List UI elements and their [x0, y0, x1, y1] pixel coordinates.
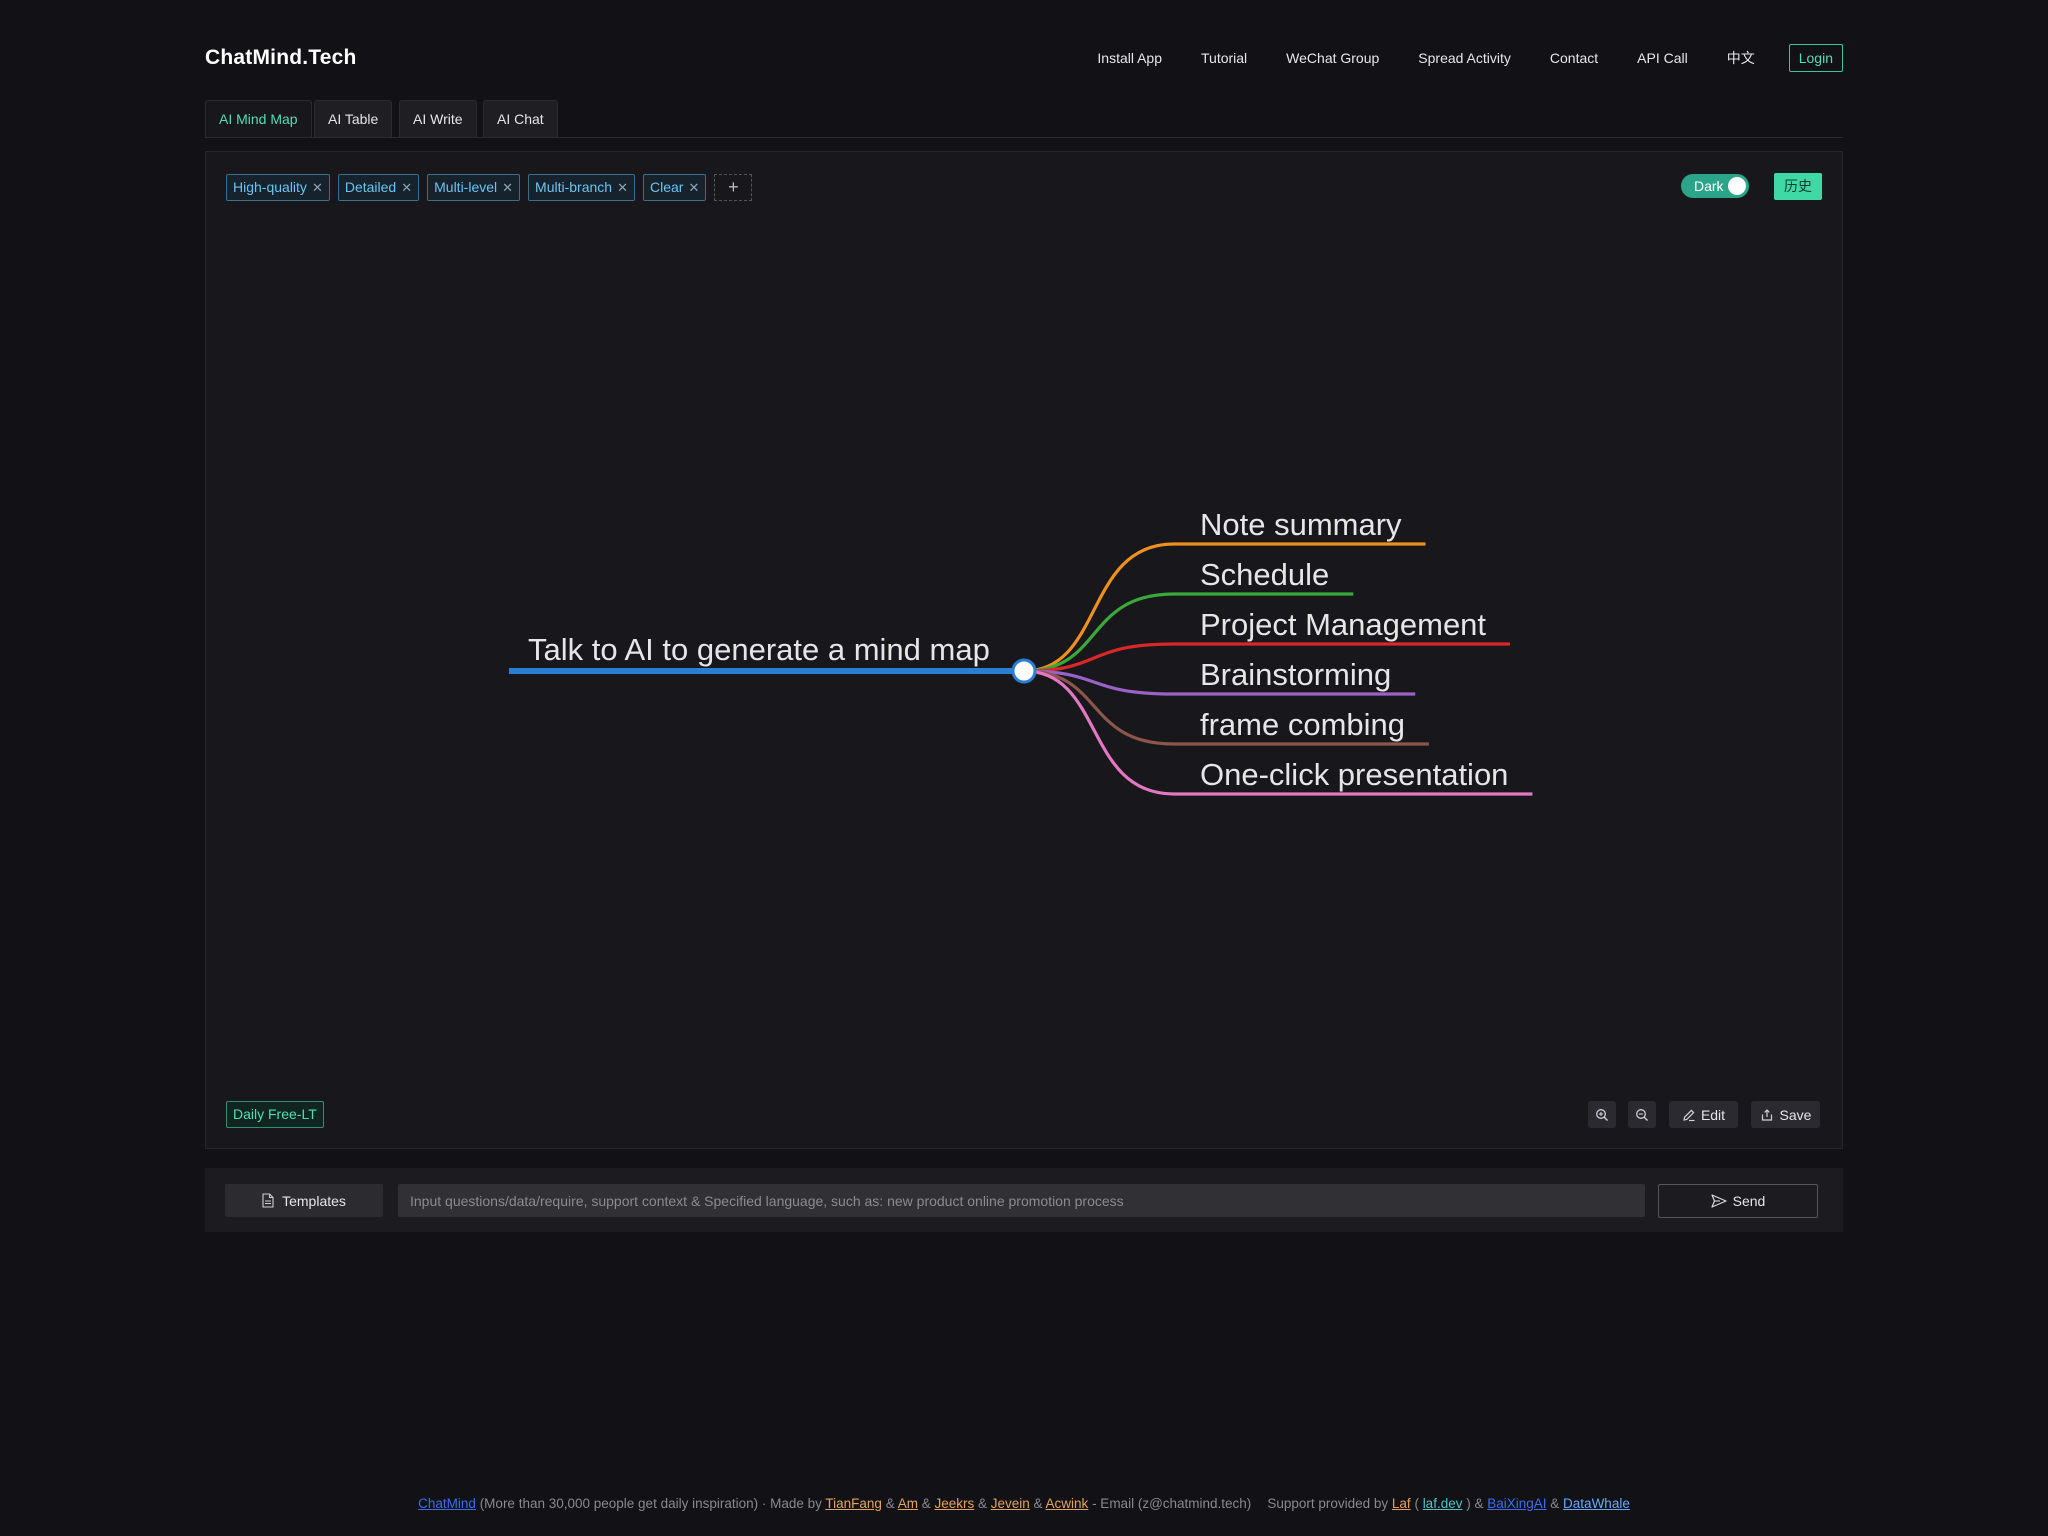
- zoom-out-icon: [1636, 1108, 1648, 1121]
- branch-node-label[interactable]: Project Management: [1200, 607, 1486, 642]
- send-button[interactable]: Send: [1658, 1184, 1818, 1218]
- footer-link-chatmind[interactable]: ChatMind: [418, 1496, 476, 1511]
- header: ChatMind.Tech Install App Tutorial WeCha…: [205, 40, 1843, 76]
- zoom-out-button[interactable]: [1628, 1101, 1656, 1128]
- templates-button[interactable]: Templates: [225, 1184, 383, 1217]
- nav-wechat-group[interactable]: WeChat Group: [1286, 50, 1379, 66]
- branch-node-label[interactable]: One-click presentation: [1200, 757, 1508, 792]
- top-nav: Install App Tutorial WeChat Group Spread…: [1097, 40, 1843, 76]
- login-button[interactable]: Login: [1788, 44, 1843, 72]
- nav-contact[interactable]: Contact: [1550, 50, 1598, 66]
- prompt-bar: Templates Send: [205, 1168, 1843, 1232]
- mindmap-canvas[interactable]: High-quality ✕ Detailed ✕ Multi-level ✕ Mul…: [205, 151, 1843, 1149]
- nav-tutorial[interactable]: Tutorial: [1201, 50, 1247, 66]
- tab-ai-chat[interactable]: AI Chat: [483, 100, 558, 137]
- save-button[interactable]: Save: [1751, 1101, 1820, 1128]
- prompt-input[interactable]: [398, 1184, 1645, 1217]
- root-node-collapse-toggle[interactable]: [1011, 658, 1037, 684]
- mindmap-svg: Note summary Schedule Project Management Br…: [509, 507, 1533, 796]
- edit-pencil-icon: [1683, 1109, 1695, 1121]
- footer: ChatMind (More than 30,000 people get da…: [418, 1496, 1630, 1511]
- footer-author-tianfang[interactable]: TianFang: [825, 1496, 882, 1511]
- branch-node-label[interactable]: Note summary: [1200, 507, 1402, 542]
- footer-link-baixingai[interactable]: BaiXingAI: [1487, 1496, 1546, 1511]
- brand-logo[interactable]: ChatMind.Tech: [205, 46, 357, 70]
- nav-install-app[interactable]: Install App: [1097, 50, 1162, 66]
- nav-language-switch[interactable]: 中文: [1727, 48, 1755, 68]
- nav-spread-activity[interactable]: Spread Activity: [1418, 50, 1511, 66]
- edit-button[interactable]: Edit: [1669, 1101, 1738, 1128]
- footer-author-jeekrs[interactable]: Jeekrs: [934, 1496, 974, 1511]
- footer-link-datawhale[interactable]: DataWhale: [1563, 1496, 1630, 1511]
- footer-email: - Email (z@chatmind.tech): [1088, 1496, 1252, 1511]
- branch-node-label[interactable]: Schedule: [1200, 557, 1329, 592]
- daily-free-badge: Daily Free-LT: [226, 1101, 324, 1128]
- footer-author-acwink[interactable]: Acwink: [1046, 1496, 1089, 1511]
- footer-link-lafdev[interactable]: laf.dev: [1423, 1496, 1463, 1511]
- branch-node-label[interactable]: Brainstorming: [1200, 657, 1391, 692]
- mode-tabs: AI Mind Map AI Table AI Write AI Chat: [205, 100, 1843, 138]
- zoom-in-icon: [1596, 1108, 1608, 1121]
- footer-author-jevein[interactable]: Jevein: [991, 1496, 1030, 1511]
- tab-ai-table[interactable]: AI Table: [314, 100, 393, 137]
- document-icon: [262, 1193, 274, 1208]
- nav-api-call[interactable]: API Call: [1637, 50, 1688, 66]
- branch-node-label[interactable]: frame combing: [1200, 707, 1405, 742]
- tab-ai-mind-map[interactable]: AI Mind Map: [205, 100, 312, 137]
- save-export-icon: [1761, 1108, 1772, 1121]
- tab-ai-write[interactable]: AI Write: [399, 100, 477, 137]
- footer-link-laf[interactable]: Laf: [1392, 1496, 1411, 1511]
- zoom-in-button[interactable]: [1588, 1101, 1616, 1128]
- root-node-label[interactable]: Talk to AI to generate a mind map: [528, 632, 990, 667]
- footer-author-am[interactable]: Am: [898, 1496, 918, 1511]
- send-paper-plane-icon: [1711, 1194, 1727, 1208]
